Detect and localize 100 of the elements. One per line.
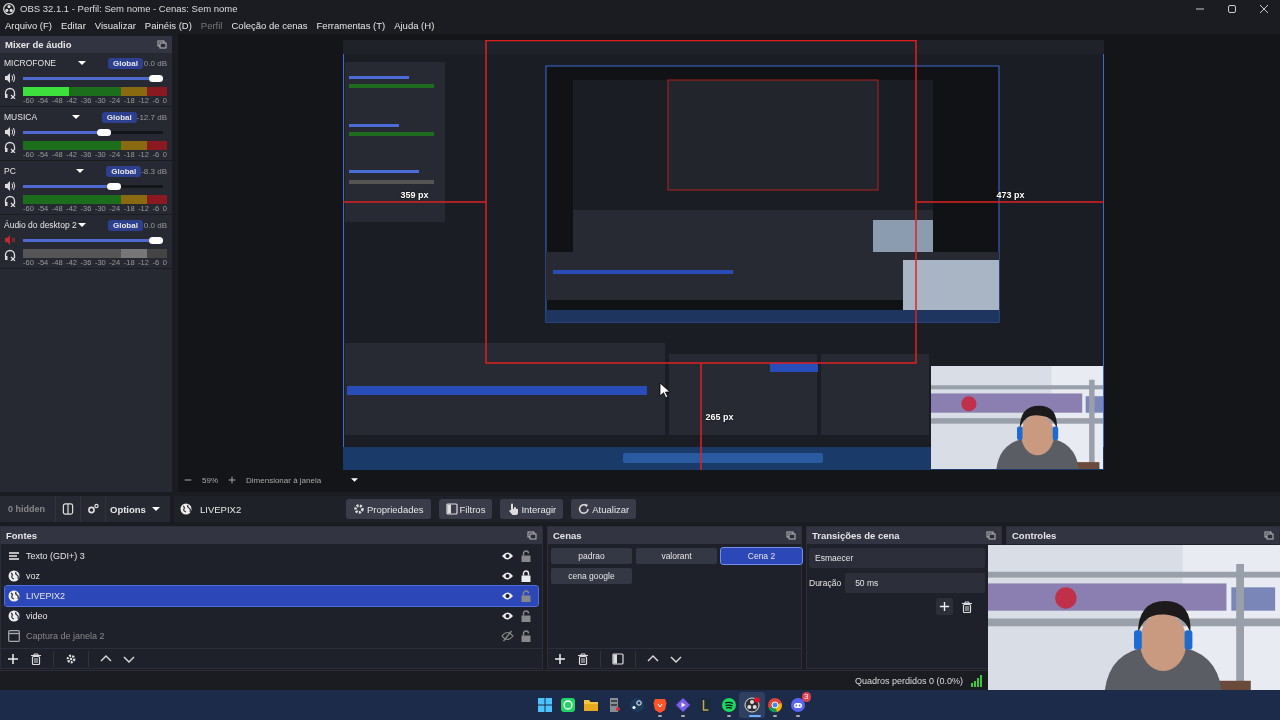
speaker-icon[interactable] — [4, 180, 16, 192]
headphone-icon[interactable] — [4, 195, 16, 207]
menu-item[interactable]: Ferramentas (T) — [316, 20, 386, 31]
selection-box[interactable] — [484, 40, 917, 364]
menu-item[interactable]: Visualizar — [94, 20, 136, 31]
dock-title: Fontes — [6, 530, 38, 541]
slider-thumb[interactable] — [97, 128, 112, 136]
dock-title: Transições de cena — [812, 530, 900, 541]
channel-name: PC — [4, 166, 17, 176]
volume-reading: 0.0 dB — [142, 220, 167, 230]
hand-icon — [507, 502, 520, 516]
source-item[interactable]: Captura de janela 2 — [5, 626, 538, 646]
trash-icon[interactable] — [577, 652, 589, 665]
hidden-count: 0 hidden — [7, 504, 46, 514]
channel-name: MUSICA — [4, 112, 39, 122]
scene-button[interactable]: cena google — [551, 568, 632, 584]
globe-icon — [8, 610, 20, 622]
dock-title: Mixer de áudio — [5, 39, 72, 50]
current-source-name: LIVEPIX2 — [200, 503, 243, 515]
dropdown-caret-icon[interactable] — [78, 61, 86, 65]
channel-name: Áudio do desktop 2 — [4, 220, 78, 230]
global-button[interactable]: Global — [101, 111, 137, 123]
text-icon — [8, 550, 20, 562]
scene-button[interactable]: padrao — [551, 548, 632, 564]
dock-title: Cenas — [553, 530, 582, 541]
headphone-icon[interactable] — [4, 249, 16, 261]
global-button[interactable]: Global — [106, 165, 142, 177]
slider-thumb[interactable] — [149, 236, 163, 244]
trash-icon[interactable] — [961, 600, 973, 613]
undock-icon[interactable] — [786, 531, 796, 540]
unlock-icon[interactable] — [520, 629, 532, 643]
add-icon[interactable] — [7, 652, 19, 665]
source-item[interactable]: video — [5, 606, 538, 626]
global-button[interactable]: Global — [108, 219, 143, 231]
scene-button[interactable]: Cena 2 — [721, 548, 802, 564]
undock-icon[interactable] — [986, 531, 996, 540]
unlock-icon[interactable] — [520, 609, 532, 623]
recording-app-icon[interactable] — [738, 692, 765, 718]
headphone-icon[interactable] — [4, 141, 16, 153]
duration-field[interactable]: 50 ms — [845, 573, 985, 593]
dropped-frames: Quadros perdidos 0 (0.0%) — [854, 675, 963, 686]
scene-button[interactable]: valorant — [636, 548, 717, 564]
visibility-icon[interactable] — [501, 590, 514, 602]
menu-item[interactable]: Editar — [61, 20, 86, 31]
channel-name: MICROFONE — [4, 58, 57, 68]
undock-icon[interactable] — [527, 531, 537, 540]
options-button[interactable]: Options — [105, 496, 164, 522]
signal-icon — [971, 674, 982, 687]
window-icon — [8, 630, 20, 642]
lock-icon[interactable] — [520, 569, 532, 583]
mouse-pointer-icon — [658, 382, 671, 399]
dropdown-caret-icon[interactable] — [71, 115, 80, 119]
zoom-in-icon[interactable] — [228, 476, 236, 484]
filters-button[interactable]: Filtros — [438, 499, 493, 519]
add-icon[interactable] — [554, 652, 566, 665]
gear-icon[interactable] — [65, 652, 77, 665]
undock-icon[interactable] — [157, 40, 167, 49]
dropdown-caret-icon[interactable] — [76, 169, 85, 173]
menu-item[interactable]: Arquivo (F) — [5, 20, 52, 31]
dropdown-caret-icon[interactable] — [78, 223, 86, 227]
transition-dropdown[interactable]: Esmaecer — [809, 548, 985, 568]
unlock-icon[interactable] — [520, 549, 532, 563]
zoom-out-icon[interactable] — [184, 476, 192, 484]
properties-button[interactable]: Propriedades — [346, 499, 431, 519]
speaker-icon[interactable] — [4, 72, 16, 84]
filter-icon — [445, 502, 458, 516]
gear-icon — [353, 502, 365, 516]
settings-icon[interactable] — [87, 503, 99, 515]
interact-button[interactable]: Interagir — [500, 499, 564, 519]
columns-icon[interactable] — [62, 503, 74, 515]
fit-dropdown[interactable]: Dimensionar à janela — [246, 475, 359, 485]
window-title: OBS 32.1.1 - Perfil: Sem nome - Cenas: Sem nome — [20, 3, 239, 14]
app-logo-icon — [3, 2, 15, 15]
visibility-icon[interactable] — [501, 550, 514, 562]
close-icon[interactable] — [1259, 3, 1269, 14]
global-button[interactable]: Global — [108, 57, 143, 69]
filter-icon[interactable] — [612, 652, 624, 665]
menu-item[interactable]: Painéis (D) — [144, 20, 192, 31]
restore-icon[interactable] — [1227, 3, 1237, 14]
hidden-icon[interactable] — [501, 630, 514, 642]
refresh-icon — [578, 502, 591, 516]
guide-label: 265 px — [705, 412, 734, 422]
speaker-icon[interactable] — [4, 126, 16, 138]
headphone-icon[interactable] — [4, 87, 16, 99]
menu-item[interactable]: Ajuda (H) — [394, 20, 435, 31]
volume-reading: -8.3 dB — [141, 166, 167, 176]
undock-icon[interactable] — [1264, 531, 1274, 540]
refresh-button[interactable]: Atualizar — [571, 499, 637, 519]
guide-label: 359 px — [400, 190, 429, 200]
source-item[interactable]: LIVEPIX2 — [5, 586, 538, 606]
slider-thumb[interactable] — [107, 182, 121, 190]
source-item[interactable]: voz — [5, 566, 538, 586]
menu-item[interactable]: Coleção de cenas — [231, 20, 308, 31]
source-item[interactable]: Texto (GDI+) 3 — [5, 546, 538, 566]
visibility-icon[interactable] — [501, 610, 514, 622]
caret-icon — [151, 507, 160, 511]
volume-reading: -12.7 dB — [136, 112, 167, 122]
visibility-icon[interactable] — [501, 570, 514, 582]
trash-icon[interactable] — [30, 652, 42, 665]
slider-thumb[interactable] — [149, 74, 163, 82]
